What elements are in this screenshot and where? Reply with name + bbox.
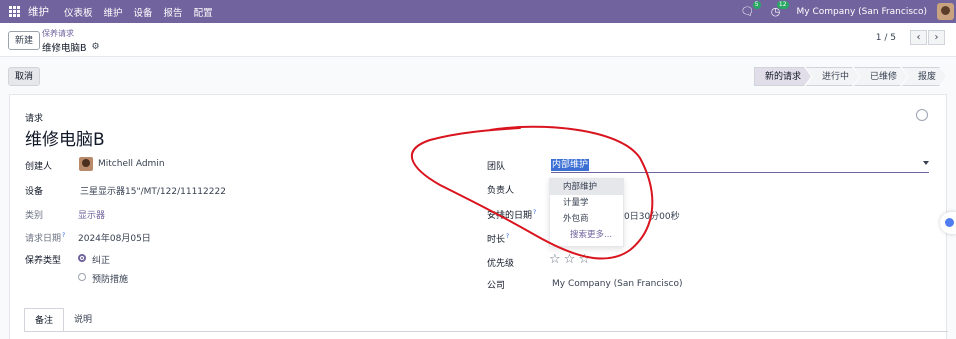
request-date-label: 请求日期? xyxy=(25,232,66,244)
pager-previous-button[interactable]: ‹ xyxy=(910,30,927,45)
stage-repaired[interactable]: 已维修 xyxy=(854,67,907,86)
chat-badge: 5 xyxy=(752,0,761,9)
cancel-button[interactable]: 取消 xyxy=(8,67,41,86)
created-by-value[interactable]: Mitchell Admin xyxy=(98,159,165,169)
team-field[interactable]: 内部维护 xyxy=(551,157,929,173)
priority-stars: ☆ ☆ ☆ xyxy=(549,252,590,267)
control-panel: 新建 保养请求 维修电脑B ⚙ 1 / 5 ‹ › xyxy=(0,23,956,57)
menu-configuration[interactable]: 配置 xyxy=(194,5,213,19)
star-icon[interactable]: ☆ xyxy=(578,252,590,267)
duration-label: 时长? xyxy=(487,233,510,245)
notebook-tabs: 备注 说明 xyxy=(24,308,102,332)
company-label: 公司 xyxy=(487,281,506,291)
equipment-value[interactable]: 三星显示器15"/MT/122/11112222 xyxy=(80,184,226,197)
request-label: 请求 xyxy=(25,114,44,124)
radio-preventive[interactable] xyxy=(78,273,86,281)
responsible-label: 负责人 xyxy=(487,186,515,196)
activity-clock-icon[interactable]: ◷ 12 xyxy=(769,0,789,19)
apps-grid-icon[interactable] xyxy=(9,6,20,17)
breadcrumb-current: 维修电脑B ⚙ xyxy=(42,40,100,54)
user-avatar[interactable] xyxy=(937,3,954,20)
company-value[interactable]: My Company (San Francisco) xyxy=(552,279,682,289)
team-input-value[interactable]: 内部维护 xyxy=(551,159,590,171)
preventive-label[interactable]: 预防措施 xyxy=(92,272,128,285)
breadcrumb-parent[interactable]: 保养请求 xyxy=(42,29,74,39)
pager-next-button[interactable]: › xyxy=(928,30,945,45)
stage-in-progress[interactable]: 进行中 xyxy=(806,67,859,86)
request-date-value[interactable]: 2024年08月05日 xyxy=(78,231,151,244)
help-tooltip-icon[interactable]: ? xyxy=(533,209,536,216)
statusbar: 取消 新的请求 进行中 已维修 报废 xyxy=(0,57,956,93)
request-title[interactable]: 维修电脑B xyxy=(25,125,105,150)
stage-scrap[interactable]: 报废 xyxy=(902,67,946,86)
scheduled-date-value[interactable]: 0日30分00秒 xyxy=(624,209,680,222)
gear-icon[interactable]: ⚙ xyxy=(92,42,100,52)
category-value[interactable]: 显示器 xyxy=(78,208,105,221)
main-menu: 仪表板 维护 设备 报告 配置 xyxy=(64,5,213,19)
menu-equipment[interactable]: 设备 xyxy=(134,5,153,19)
kanban-state-toggle[interactable] xyxy=(916,109,928,121)
created-by-label: 创建人 xyxy=(25,162,53,172)
app-brand[interactable]: 维护 xyxy=(28,4,49,19)
assistant-widget-icon[interactable] xyxy=(940,212,956,234)
tab-instructions[interactable]: 说明 xyxy=(64,308,102,332)
search-more-link[interactable]: 搜索更多... xyxy=(550,227,623,243)
scheduled-date-label: 安排的日期? xyxy=(487,209,537,221)
tab-notes[interactable]: 备注 xyxy=(24,308,65,332)
stage-new-request[interactable]: 新的请求 xyxy=(754,67,811,86)
help-tooltip-icon[interactable]: ? xyxy=(506,233,509,240)
star-icon[interactable]: ☆ xyxy=(549,252,561,267)
dropdown-option[interactable]: 内部维护 xyxy=(550,179,623,195)
form-sheet: 请求 维修电脑B 创建人 Mitchell Admin 设备 三星显示器15"/… xyxy=(9,94,948,339)
menu-maintenance[interactable]: 维护 xyxy=(104,5,123,19)
stage-pipeline: 新的请求 进行中 已维修 报废 xyxy=(754,67,946,86)
top-navbar: 维护 仪表板 维护 设备 报告 配置 🗨 5 ◷ 12 My Company (Sa… xyxy=(0,0,956,23)
creator-avatar xyxy=(79,157,93,171)
equipment-label: 设备 xyxy=(25,187,44,197)
menu-reporting[interactable]: 报告 xyxy=(164,5,183,19)
chevron-down-icon[interactable] xyxy=(923,161,929,165)
team-label: 团队 xyxy=(487,162,506,172)
company-switcher[interactable]: My Company (San Francisco) xyxy=(797,7,927,17)
activity-badge: 12 xyxy=(776,0,789,9)
menu-dashboard[interactable]: 仪表板 xyxy=(64,5,93,19)
maintenance-type-label: 保养类型 xyxy=(25,256,62,266)
star-icon[interactable]: ☆ xyxy=(564,252,576,267)
new-button[interactable]: 新建 xyxy=(8,31,41,50)
record-name: 维修电脑B xyxy=(42,43,87,54)
corrective-label[interactable]: 纠正 xyxy=(92,253,110,266)
priority-label: 优先级 xyxy=(487,259,515,269)
category-label: 类别 xyxy=(25,211,44,221)
dropdown-option[interactable]: 外包商 xyxy=(550,211,623,227)
help-tooltip-icon[interactable]: ? xyxy=(62,232,65,239)
tabs-divider xyxy=(24,331,948,332)
chat-icon[interactable]: 🗨 5 xyxy=(741,0,761,19)
dropdown-option[interactable]: 计量学 xyxy=(550,195,623,211)
radio-corrective[interactable] xyxy=(78,254,86,262)
pager-value[interactable]: 1 / 5 xyxy=(876,33,896,43)
team-dropdown: 内部维护 计量学 外包商 搜索更多... xyxy=(549,178,624,247)
